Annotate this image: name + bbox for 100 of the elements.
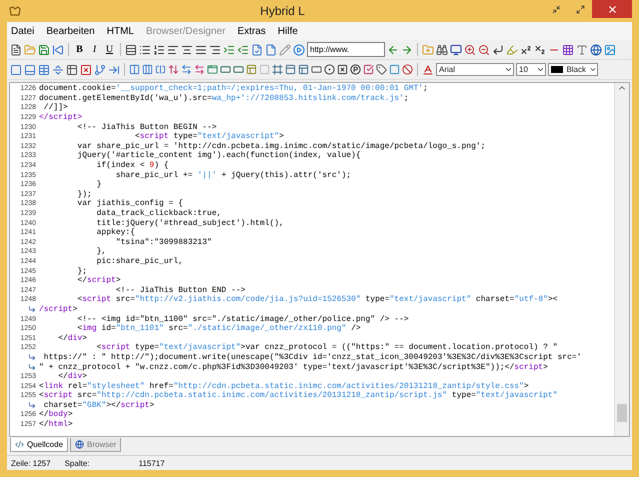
code-line: title:jQuery('#thread_subject').html(),: [96, 218, 284, 228]
checklist-icon[interactable]: [363, 64, 374, 75]
scrollbar-thumb[interactable]: [617, 404, 627, 422]
code-line: if(index < 9) {: [96, 161, 169, 170]
split-columns-icon[interactable]: [155, 64, 166, 75]
vertical-scrollbar[interactable]: [614, 83, 629, 436]
close-icon[interactable]: [606, 4, 618, 14]
align-right-icon[interactable]: [209, 44, 221, 56]
document-check-icon[interactable]: [251, 44, 263, 56]
code-line: jQuery('#article_content img').each(function(index, value){: [76, 151, 361, 160]
font-letter-icon[interactable]: [576, 44, 588, 56]
align-center-icon[interactable]: [181, 44, 193, 56]
format-button[interactable]: I: [88, 43, 101, 56]
forward-arrow-icon[interactable]: [401, 44, 413, 56]
grid-table-icon[interactable]: [66, 64, 78, 76]
code-line: },: [96, 247, 106, 256]
column-insert-icon[interactable]: [142, 64, 153, 75]
code-line: <img id="btn_1101" src="./static/image/_other/zx110.png" />: [76, 324, 361, 334]
code-line: pic:share_pic_url,: [96, 256, 184, 266]
code-line: var jiathis_config = {: [76, 199, 184, 208]
window-icon[interactable]: [207, 64, 218, 75]
menu-item[interactable]: Bearbeiten: [46, 26, 95, 36]
skip-back-icon[interactable]: [52, 44, 64, 56]
circled-p-icon[interactable]: [350, 64, 361, 75]
line-wrap-icon: [28, 305, 36, 314]
up-down-arrow-icon[interactable]: [168, 64, 179, 75]
font-select[interactable]: Arial: [436, 63, 514, 76]
delete-table-icon[interactable]: [80, 64, 92, 76]
close-button[interactable]: [592, 0, 632, 18]
globe-icon: [75, 440, 84, 449]
zoom-out-icon[interactable]: [478, 44, 490, 56]
align-justify-icon[interactable]: [195, 44, 207, 56]
code-line: document.getElementById('wa_u').src=wa_hp+'://7208853.hitslink.com/track.js';: [39, 94, 409, 103]
code-line: <script type="text/javascript">: [134, 132, 284, 142]
code-line: <script type="text/javascript">var cnzz_protocol = (("https:" == document.location.protocol) ? ": [96, 343, 558, 352]
view-tab[interactable]: Quellcode: [10, 438, 68, 452]
code-line: });: [76, 190, 92, 199]
superscript-icon[interactable]: [520, 44, 532, 56]
menu-item[interactable]: Extras: [237, 26, 266, 36]
merge-arrow-icon[interactable]: [108, 64, 120, 76]
checkbox-cross-icon[interactable]: [337, 64, 348, 75]
align-left-icon[interactable]: [167, 44, 179, 56]
image-icon[interactable]: [604, 44, 616, 56]
maximize-icon[interactable]: [576, 4, 584, 14]
outdent-icon[interactable]: [237, 44, 249, 56]
code-line: </script>: [76, 276, 121, 286]
panel-top-icon[interactable]: [285, 64, 296, 75]
code-line: /script>: [39, 304, 78, 314]
monitor-icon[interactable]: [450, 44, 462, 56]
minimize-icon[interactable]: [552, 4, 560, 14]
tag-icon[interactable]: [376, 64, 387, 75]
line-wrap-icon: [28, 363, 36, 372]
text-box-icon[interactable]: [233, 64, 244, 75]
indent-icon[interactable]: [223, 44, 235, 56]
globe-icon[interactable]: [590, 44, 602, 56]
format-button[interactable]: U: [103, 43, 116, 56]
menu-item[interactable]: Hilfe: [278, 26, 298, 36]
table-icon[interactable]: [38, 64, 50, 76]
font-color-icon[interactable]: [422, 64, 434, 76]
code-line: "tsina":"3099883213": [114, 238, 212, 247]
code-line: </body>: [39, 410, 73, 420]
color-select[interactable]: Black: [548, 63, 598, 76]
code-line: var share_pic_url = 'http://cdn.pcbeta.img.inimc.com/static/image/pcbeta/logo_s.png';: [76, 142, 486, 151]
format-button[interactable]: B: [73, 43, 86, 56]
window-title: Hybrid L: [259, 4, 306, 18]
menu-item[interactable]: HTML: [106, 26, 134, 36]
menu-item[interactable]: Datei: [11, 26, 34, 36]
code-line: //]]>: [42, 103, 68, 112]
back-arrow-icon[interactable]: [387, 44, 399, 56]
separator-icon[interactable]: [52, 64, 64, 76]
zoom-in-icon[interactable]: [464, 44, 476, 56]
panel-icon[interactable]: [24, 64, 36, 76]
file-icon[interactable]: [10, 44, 22, 56]
code-line: <link rel="stylesheet" href="http://cdn.pcbeta.static.inimc.com/activities/20131218_zantip/style.css">: [39, 382, 529, 391]
layout-icon[interactable]: [246, 64, 257, 75]
columns-icon[interactable]: [129, 64, 140, 75]
size-select[interactable]: 10: [516, 63, 546, 76]
color-grid-icon[interactable]: [562, 44, 574, 56]
app-logo-icon: [9, 6, 21, 16]
button-shape-icon[interactable]: [311, 64, 322, 75]
code-line: <!-- JiaThis Button BEGIN -->: [76, 122, 217, 132]
left-right-arrow-icon[interactable]: [181, 64, 192, 75]
square-icon[interactable]: [389, 64, 400, 75]
subscript-icon[interactable]: [534, 44, 546, 56]
code-line: <!-- <img id="btn_1100" src="./static/image/_other/police.png" /> -->: [76, 314, 409, 324]
url-field[interactable]: http://www.: [307, 42, 385, 57]
text-field-icon[interactable]: [220, 64, 231, 75]
code-icon: [15, 440, 24, 449]
page-icon[interactable]: [265, 44, 277, 56]
view-tab[interactable]: Browser: [70, 438, 122, 452]
swap-arrow-icon[interactable]: [194, 64, 205, 75]
code-line: };: [76, 266, 88, 276]
form-layout-icon[interactable]: [298, 64, 309, 75]
numbered-list-icon[interactable]: [153, 44, 165, 56]
radio-icon[interactable]: [324, 64, 335, 75]
code-line: </div>: [57, 372, 88, 382]
code-line: <!-- JiaThis Button END -->: [114, 286, 246, 295]
binoculars-icon[interactable]: [436, 44, 448, 56]
return-arrow-icon[interactable]: [492, 44, 504, 56]
play-circle-icon[interactable]: [293, 44, 305, 56]
